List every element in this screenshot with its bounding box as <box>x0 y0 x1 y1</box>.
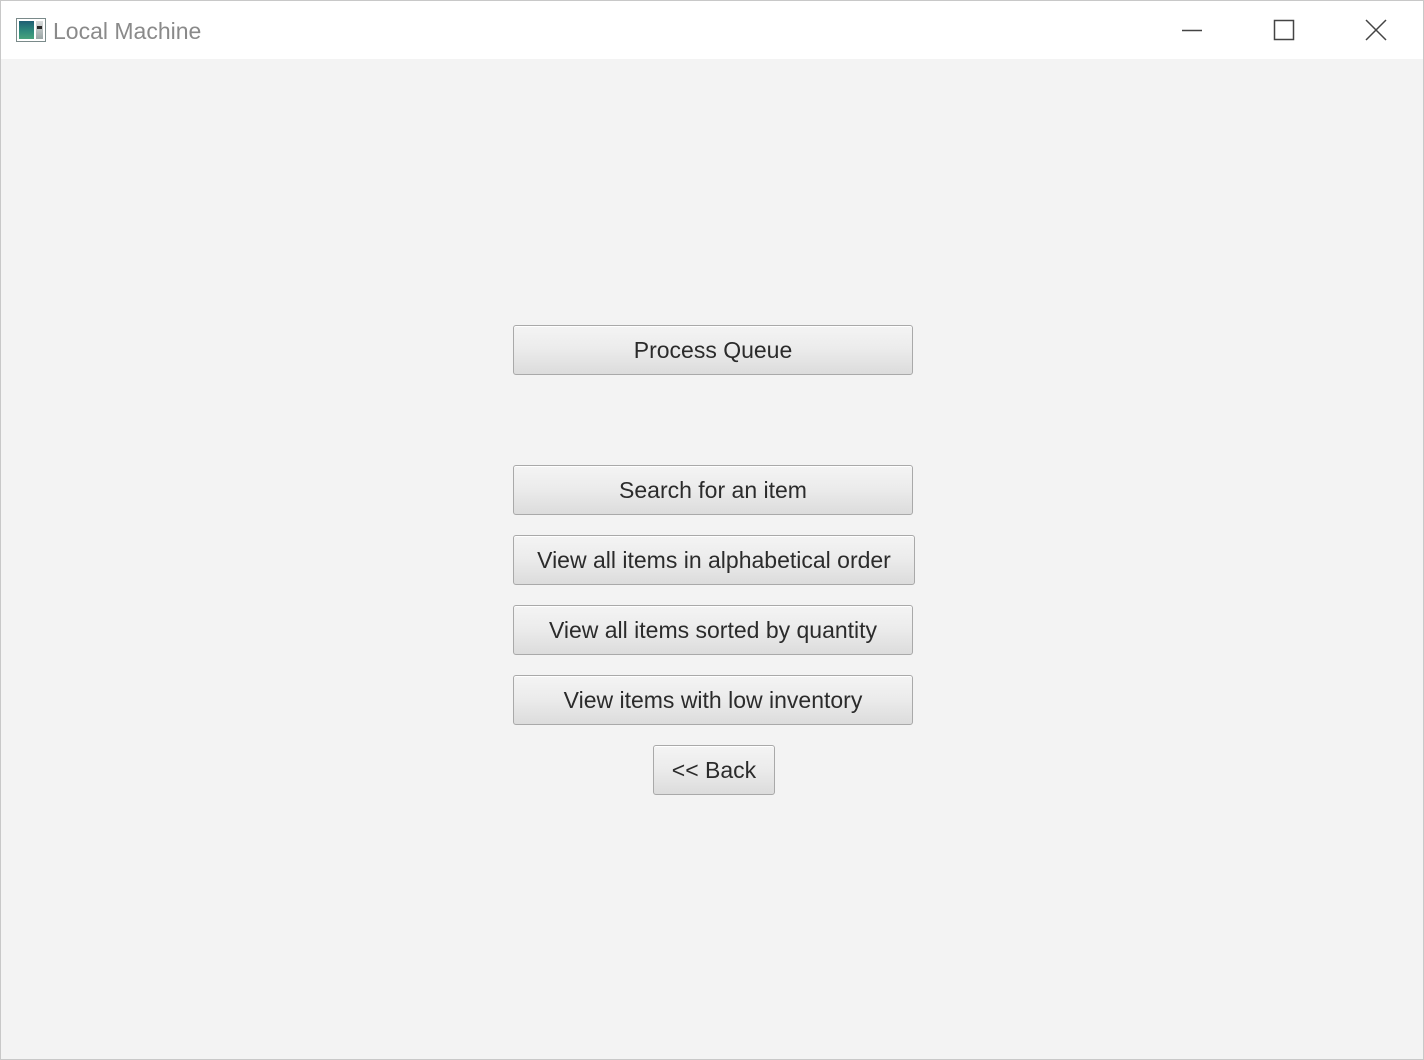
view-low-inventory-button[interactable]: View items with low inventory <box>513 675 913 725</box>
app-window: Local Machine Process Queue Search for a… <box>0 0 1424 1060</box>
minimize-button[interactable] <box>1145 1 1237 59</box>
menu-panel: Process Queue Search for an item View al… <box>1 59 1423 1059</box>
title-bar[interactable]: Local Machine <box>1 1 1423 59</box>
app-icon <box>16 18 46 42</box>
search-item-button[interactable]: Search for an item <box>513 465 913 515</box>
minimize-icon <box>1182 29 1202 32</box>
close-button[interactable] <box>1329 1 1421 59</box>
back-button[interactable]: << Back <box>653 745 775 795</box>
close-icon <box>1365 19 1387 41</box>
process-queue-button[interactable]: Process Queue <box>513 325 913 375</box>
window-title: Local Machine <box>53 18 202 44</box>
view-by-quantity-button[interactable]: View all items sorted by quantity <box>513 605 913 655</box>
maximize-button[interactable] <box>1237 1 1329 59</box>
view-alphabetical-button[interactable]: View all items in alphabetical order <box>513 535 915 585</box>
maximize-icon <box>1273 19 1295 41</box>
